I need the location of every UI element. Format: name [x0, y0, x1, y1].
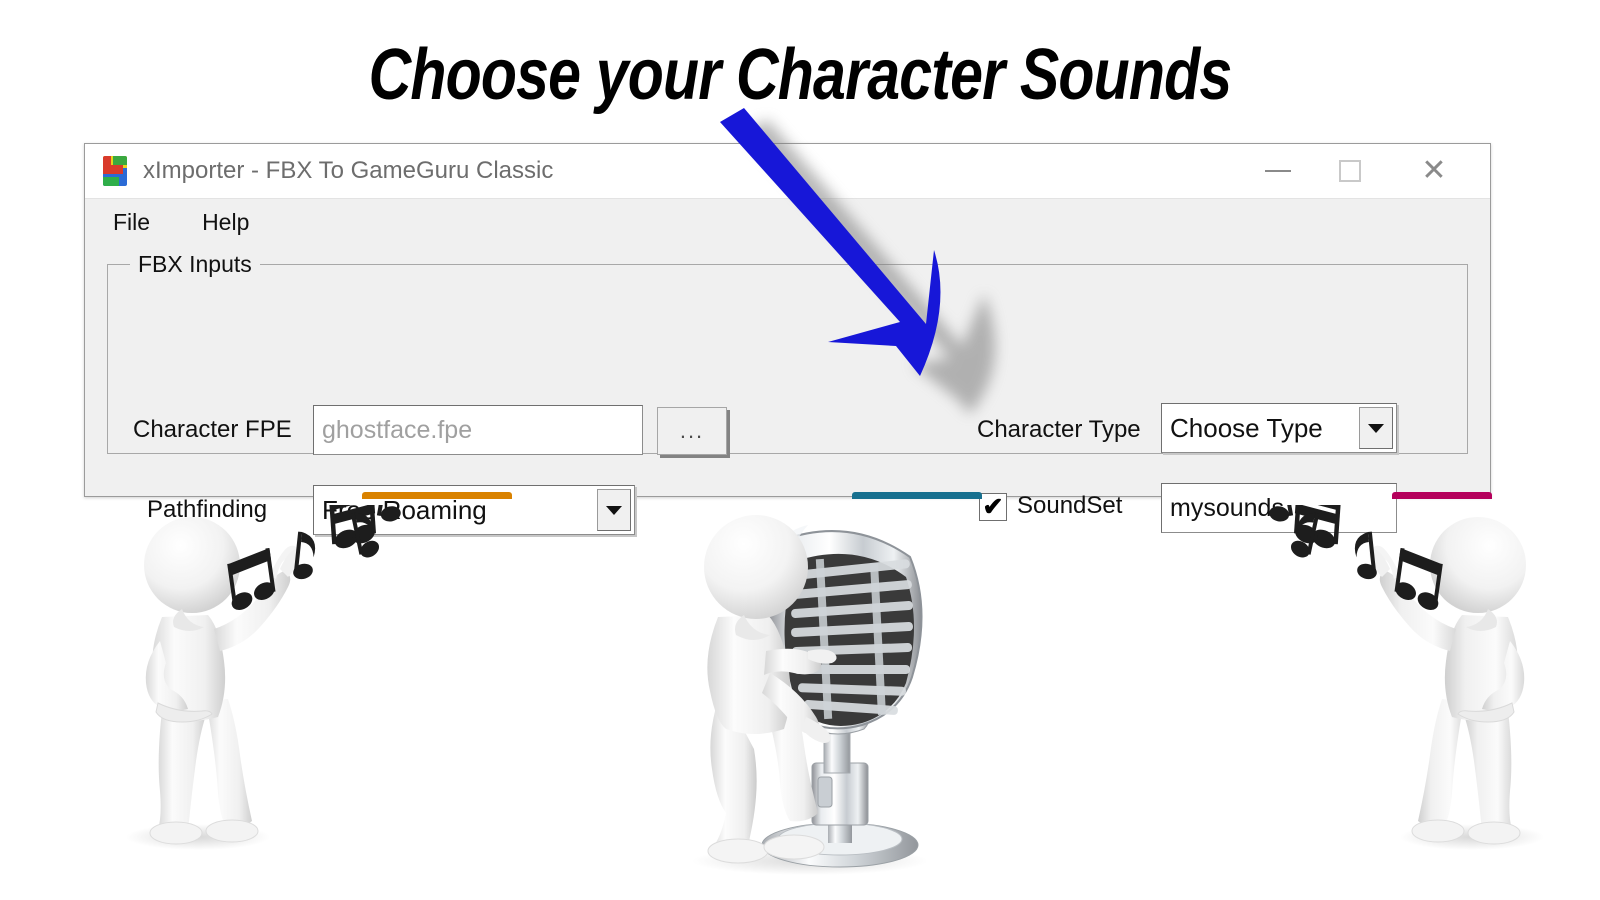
music-notes-icon [227, 505, 401, 610]
title-bar[interactable]: xImporter - FBX To GameGuru Classic ✕ [85, 144, 1490, 198]
menu-item-help[interactable]: Help [198, 207, 253, 238]
character-fpe-label: Character FPE [133, 416, 292, 443]
orange-tab[interactable] [362, 492, 512, 499]
menu-bar: File Help [85, 198, 1490, 246]
maximize-icon [1339, 160, 1361, 182]
magenta-tab[interactable] [1392, 492, 1492, 499]
fbx-inputs-legend: FBX Inputs [130, 251, 260, 278]
character-type-value: Choose Type [1170, 412, 1323, 443]
character-center-microphone [692, 515, 928, 875]
minimize-button[interactable] [1242, 144, 1314, 198]
character-type-label: Character Type [977, 416, 1141, 443]
minimize-icon [1265, 170, 1291, 172]
ellipsis-icon: ... [679, 418, 705, 443]
music-notes-icon [1269, 505, 1443, 610]
teal-tab[interactable] [852, 492, 982, 499]
pathfinding-chevron-down-icon[interactable] [597, 489, 631, 531]
page-title: Choose your Character Sounds [368, 35, 1233, 115]
browse-fpe-button[interactable]: ... [657, 407, 727, 455]
close-icon: ✕ [1421, 154, 1447, 187]
window-client-area: FBX Inputs Character FPE ghostface.fpe .… [85, 246, 1490, 535]
window-title: xImporter - FBX To GameGuru Classic [143, 157, 554, 184]
soundset-checkbox[interactable]: ✔ [979, 493, 1007, 521]
character-type-chevron-down-icon[interactable] [1359, 407, 1393, 449]
menu-item-file[interactable]: File [109, 207, 154, 238]
character-right [1269, 505, 1544, 850]
close-button[interactable]: ✕ [1398, 144, 1470, 198]
screenshot-root: Choose your Character Sounds xImporter -… [0, 0, 1600, 900]
app-logo-icon [103, 156, 127, 186]
app-window: xImporter - FBX To GameGuru Classic ✕ Fi… [84, 143, 1492, 535]
check-icon: ✔ [982, 492, 1004, 521]
soundset-label: SoundSet [1017, 492, 1123, 519]
character-type-select[interactable]: Choose Type [1161, 403, 1397, 453]
maximize-button[interactable] [1314, 144, 1386, 198]
character-left [126, 505, 401, 850]
character-fpe-input[interactable]: ghostface.fpe [313, 405, 643, 455]
